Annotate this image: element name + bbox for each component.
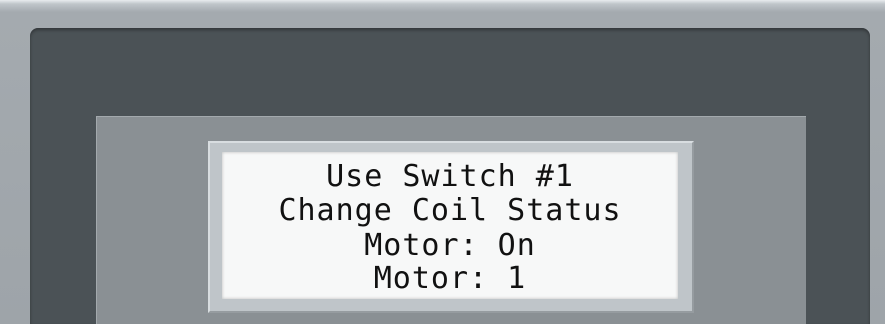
lcd-line-1: Use Switch #1 — [326, 159, 574, 194]
lcd-display: Use Switch #1 Change Coil Status Motor: … — [222, 152, 678, 299]
lcd-line-2: Change Coil Status — [278, 193, 622, 228]
lcd-line-3: Motor: On — [364, 228, 536, 263]
lcd-line-4: Motor: 1 — [373, 261, 527, 296]
